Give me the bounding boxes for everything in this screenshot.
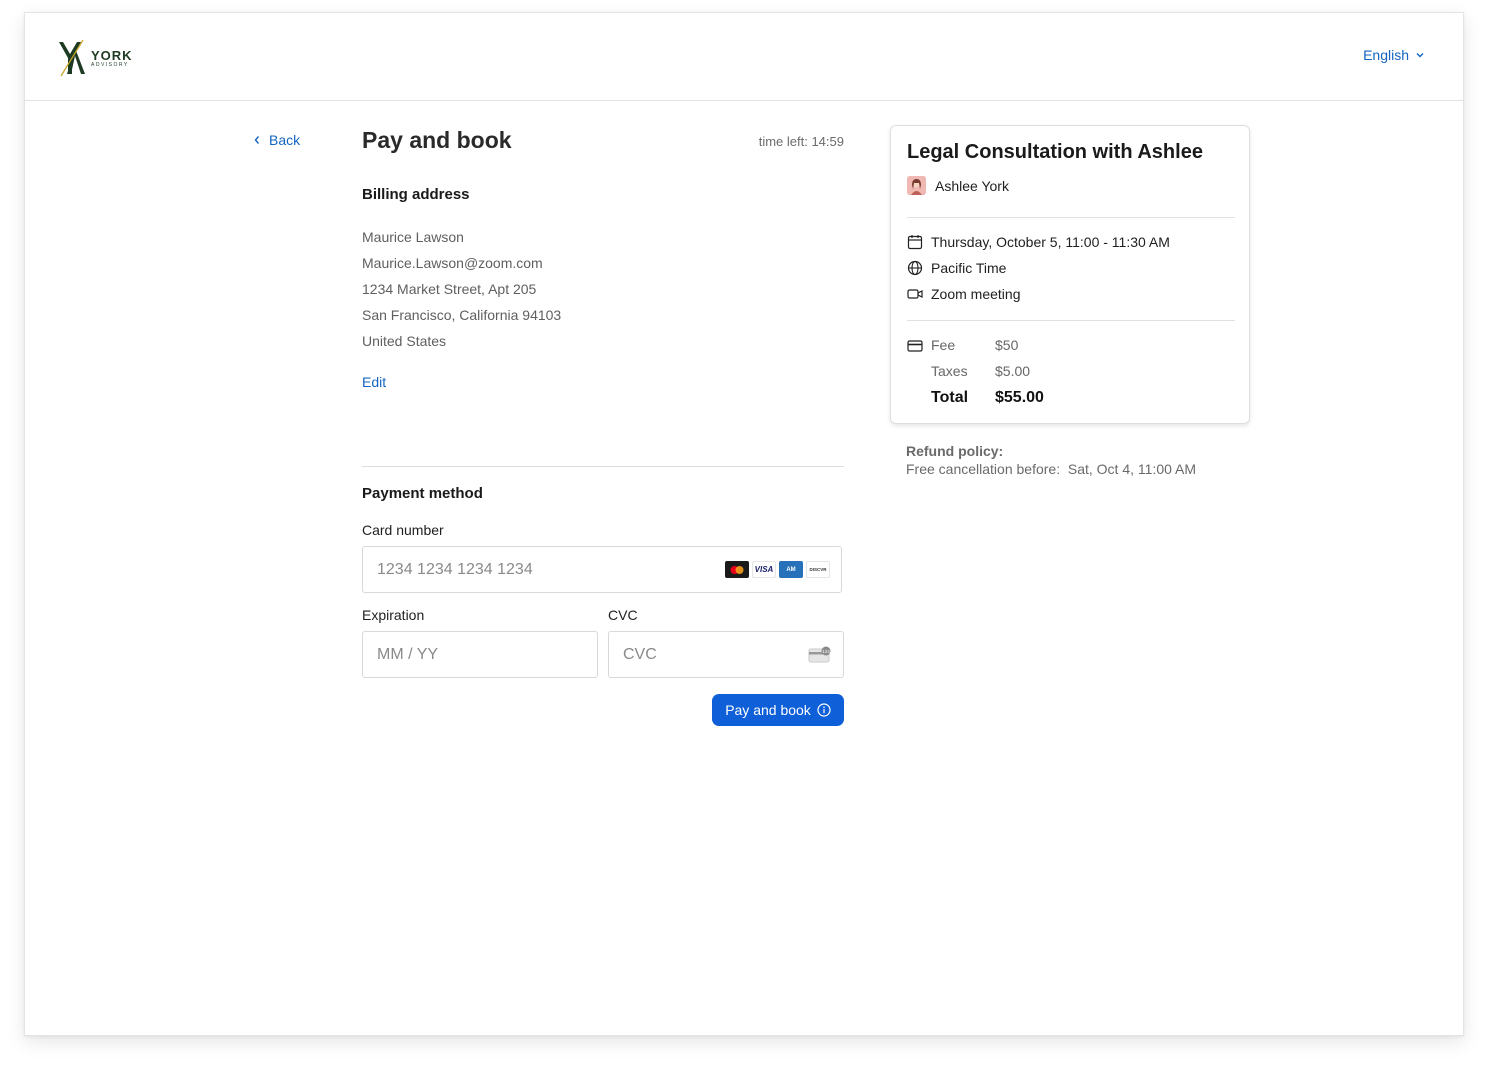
avatar	[907, 176, 926, 195]
chevron-down-icon	[1416, 53, 1424, 58]
event-location-text: Zoom meeting	[931, 286, 1021, 302]
amex-icon: AM	[779, 561, 803, 578]
logo-mark-icon	[59, 39, 85, 77]
event-timezone: Pacific Time	[907, 260, 1006, 276]
mastercard-icon	[725, 561, 749, 578]
event-location: Zoom meeting	[907, 286, 1020, 302]
expiration-placeholder: MM / YY	[377, 645, 439, 663]
back-link[interactable]: Back	[253, 132, 300, 148]
pay-and-book-button[interactable]: Pay and book	[712, 694, 844, 726]
logo-subtitle: ADVISORY	[91, 61, 129, 68]
svg-text:123: 123	[822, 649, 830, 654]
cvc-placeholder: CVC	[623, 645, 657, 663]
back-label: Back	[269, 132, 301, 148]
taxes-label: Taxes	[931, 363, 968, 379]
card-number-input[interactable]: 1234 1234 1234 1234 VISA AM DISCVR	[362, 546, 842, 593]
booking-summary-card: Legal Consultation with Ashlee Ashlee Yo…	[890, 125, 1250, 424]
billing-city: San Francisco, California 94103	[362, 307, 562, 323]
host-info: Ashlee York	[907, 176, 1009, 195]
card-number-label: Card number	[362, 522, 444, 538]
total-row: Total $55.00	[931, 389, 1044, 407]
edit-billing-link[interactable]: Edit	[362, 374, 386, 390]
expiration-input[interactable]: MM / YY	[362, 631, 598, 678]
video-camera-icon	[907, 289, 923, 299]
cvc-card-icon: 123	[808, 646, 831, 663]
chevron-left-icon	[254, 136, 260, 144]
summary-divider	[907, 320, 1235, 321]
top-bar: YORK ADVISORY English	[25, 13, 1463, 101]
language-selector[interactable]: English	[1363, 47, 1425, 63]
cvc-input[interactable]: CVC 123	[608, 631, 844, 678]
page-title: Pay and book	[362, 127, 512, 153]
billing-address-heading: Billing address	[362, 186, 470, 203]
fee-label: Fee	[931, 337, 956, 353]
billing-street: 1234 Market Street, Apt 205	[362, 281, 537, 297]
host-name: Ashlee York	[935, 177, 1009, 194]
taxes-value: $5.00	[995, 363, 1031, 379]
calendar-icon	[907, 235, 923, 250]
billing-name: Maurice Lawson	[362, 229, 464, 245]
globe-icon	[907, 260, 923, 276]
event-timezone-text: Pacific Time	[931, 260, 1007, 276]
refund-policy-text: Free cancellation before: Sat, Oct 4, 11…	[906, 461, 1197, 477]
total-value: $55.00	[995, 389, 1044, 406]
expiration-label: Expiration	[362, 607, 425, 623]
credit-card-icon	[907, 340, 923, 352]
summary-divider	[907, 217, 1235, 218]
fee-row: Fee $50	[931, 337, 1018, 353]
billing-country: United States	[362, 333, 447, 349]
fee-value: $50	[995, 337, 1019, 353]
countdown-timer: time left: 14:59	[758, 134, 844, 149]
language-label: English	[1363, 47, 1409, 63]
event-title: Legal Consultation with Ashlee	[907, 141, 1203, 163]
pay-and-book-label: Pay and book	[725, 702, 811, 718]
cvc-label: CVC	[608, 607, 638, 623]
section-divider	[362, 466, 844, 467]
logo-name: YORK	[91, 47, 133, 63]
payment-method-heading: Payment method	[362, 485, 483, 502]
taxes-row: Taxes $5.00	[931, 363, 1030, 379]
event-date: Thursday, October 5, 11:00 - 11:30 AM	[907, 234, 1170, 250]
refund-policy-title: Refund policy:	[906, 443, 1004, 459]
event-date-text: Thursday, October 5, 11:00 - 11:30 AM	[931, 234, 1170, 250]
refund-policy: Refund policy: Free cancellation before:…	[906, 442, 1196, 478]
total-label: Total	[931, 389, 969, 406]
billing-email: Maurice.Lawson@zoom.com	[362, 255, 543, 271]
card-number-placeholder: 1234 1234 1234 1234	[377, 560, 533, 578]
info-icon	[817, 703, 831, 717]
york-advisory-logo[interactable]: YORK ADVISORY	[57, 37, 133, 79]
visa-icon: VISA	[752, 561, 776, 578]
card-brands: VISA AM DISCVR	[725, 561, 830, 578]
booking-window: YORK ADVISORY English Back Pay and book …	[24, 12, 1464, 1036]
discover-icon: DISCVR	[806, 561, 830, 578]
